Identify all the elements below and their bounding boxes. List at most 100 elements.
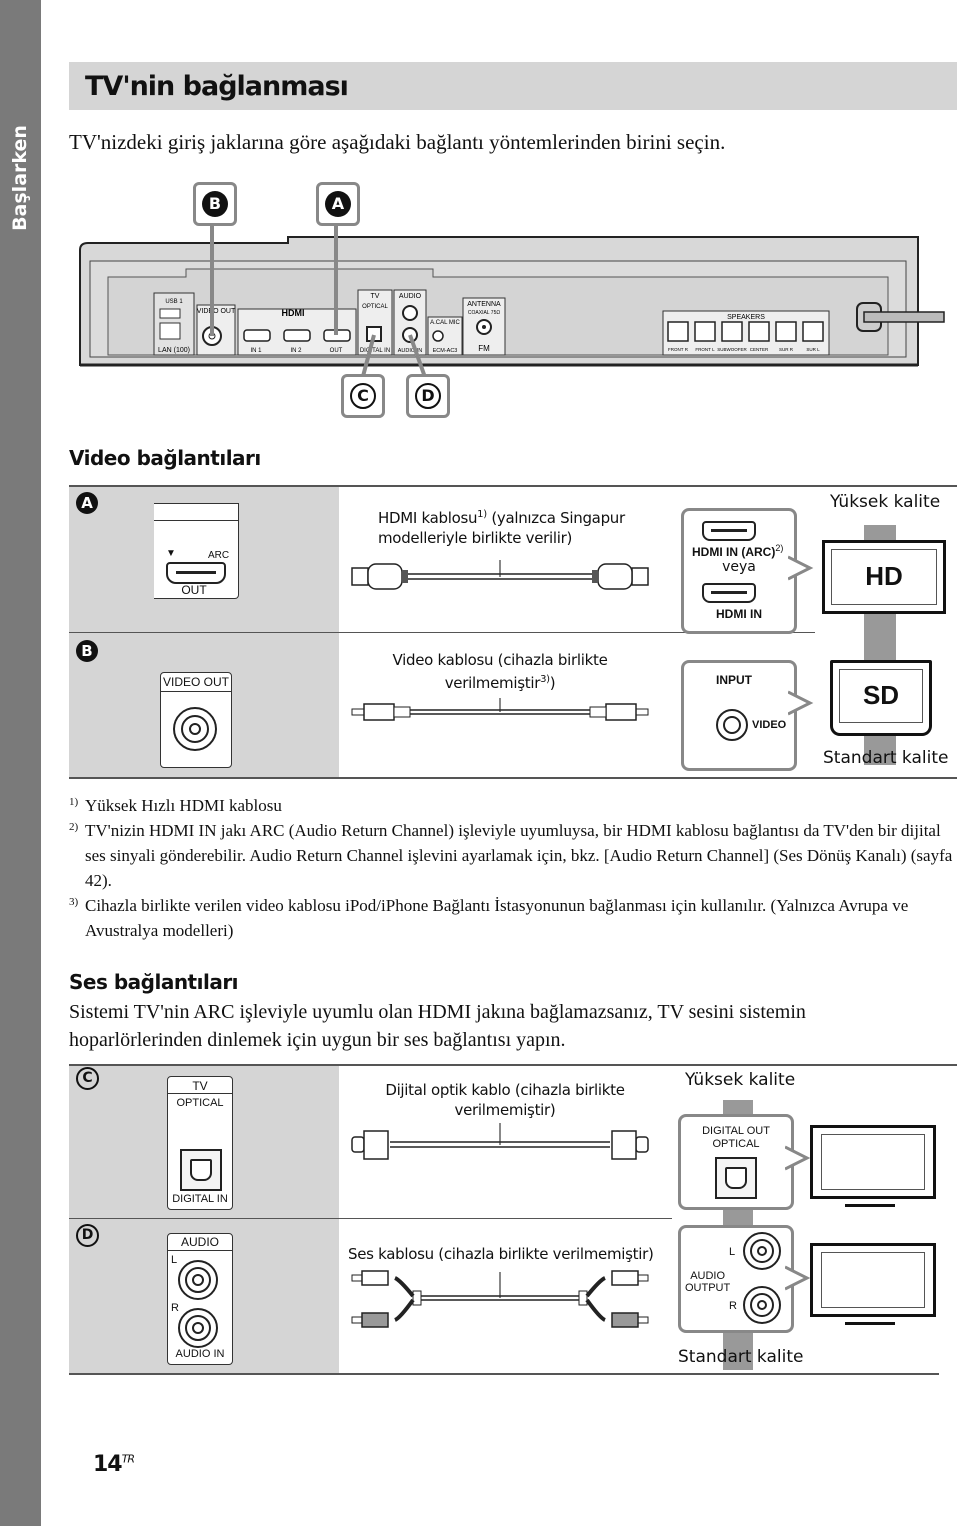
tv-base (855, 611, 907, 614)
speaker-port-label: CENTER (750, 347, 769, 352)
audio-output-label: AUDIO OUTPUT (685, 1270, 731, 1294)
hdmi-port-in1: IN 1 (250, 348, 262, 354)
speaker-port-label: SUBWOOFER (717, 347, 747, 352)
divider (69, 1373, 939, 1375)
hdmi-label: HDMI (282, 308, 305, 318)
optical-port-icon (715, 1157, 757, 1199)
rca-jack-icon (743, 1286, 781, 1324)
speaker-port-label: FRONT L (695, 347, 715, 352)
audio-label: AUDIO (180, 1235, 219, 1249)
video-out-label: VIDEO OUT (197, 308, 236, 315)
callout-pointer (788, 555, 814, 581)
badge-b: B (76, 640, 98, 662)
tv-video-input-callout: INPUT VIDEO (681, 660, 797, 771)
page-title: TV'nin bağlanması (85, 71, 349, 102)
optical-cable-icon (351, 1123, 649, 1160)
speaker-port-label: SUR R (779, 347, 794, 352)
intro-text: TV'nizdeki giriş jaklarına göre aşağıdak… (69, 130, 726, 154)
quality-standard-label: Standart kalite (823, 748, 949, 768)
video-heading: Video bağlantıları (69, 446, 261, 470)
badge-a: A (76, 492, 98, 514)
tv-hd-icon: HD (822, 540, 946, 614)
divider (69, 777, 957, 779)
callout-a: A (316, 182, 360, 226)
optical-in-jack: TV OPTICAL DIGITAL IN (167, 1076, 233, 1210)
audio-body: Sistemi TV'nin ARC işleviyle uyumlu olan… (69, 1001, 806, 1051)
side-tab: Başlarken (0, 0, 41, 1526)
tv-label: TV (192, 1079, 208, 1093)
badge-d: D (76, 1224, 99, 1247)
page-number: 14TR (93, 1452, 135, 1477)
speaker-port-label: SUR L (806, 347, 820, 352)
or-label: veya (722, 559, 756, 575)
l-label: L (729, 1246, 736, 1258)
footnote: 3) Cihazla birlikte verilen video kablosu… (69, 896, 909, 940)
optical-label: OPTICAL (176, 1097, 224, 1109)
hdmi-port-icon (166, 562, 226, 584)
callout-c: C (341, 374, 385, 418)
tv-base (845, 1322, 895, 1325)
rca-jack-icon (716, 709, 748, 741)
audio-cable-label: Ses kablosu (cihazla birlikte verilmemiş… (348, 1245, 654, 1263)
video-cable-label: Video kablosu (cihazla birlikte verilmem… (392, 651, 608, 692)
rca-jack-icon (178, 1260, 218, 1300)
optical-port-icon (180, 1149, 222, 1191)
out-label: OUT (181, 583, 207, 597)
audio-in-jack: AUDIO L R AUDIO IN (167, 1233, 233, 1365)
coaxial-label: COAXIAL 75Ω (468, 310, 500, 316)
r-label: R (729, 1300, 737, 1312)
quality-high-label: Yüksek kalite (685, 1070, 796, 1090)
tv-hdmi-callout: HDMI IN (ARC)2) veya HDMI IN (681, 508, 797, 634)
video-out-label: VIDEO OUT (162, 675, 229, 689)
rca-jack-icon (743, 1232, 781, 1270)
arc-label: ARC (208, 550, 230, 561)
tv-sd-icon: SD (830, 660, 932, 736)
quality-high-label: Yüksek kalite (830, 492, 941, 512)
quality-standard-label: Standart kalite (678, 1347, 804, 1367)
audio-in-label: AUDIO IN (175, 1348, 225, 1360)
digital-in-label: DIGITAL IN (172, 1193, 228, 1205)
l-label: L (171, 1254, 178, 1266)
hdmi-port-out: OUT (330, 348, 343, 354)
audio-heading: Ses bağlantıları (69, 970, 239, 994)
audio-cable-icon (351, 1270, 649, 1328)
hdmi-cable-icon (351, 560, 649, 590)
input-label: INPUT (716, 673, 752, 687)
hd-label: HD (865, 561, 903, 591)
footnote: 2) TV'nizin HDMI IN jakı ARC (Audio Retur… (69, 821, 953, 890)
video-out-jack: VIDEO OUT (160, 672, 232, 768)
video-label: VIDEO (752, 719, 787, 731)
hdmi-cable-label: HDMI kablosu1) (yalnızca Singapur modell… (378, 509, 625, 547)
tv-base (845, 1204, 895, 1207)
sd-label: SD (862, 680, 900, 710)
digital-in-label: DIGITAL IN (360, 348, 390, 354)
rca-jack-icon (178, 1308, 218, 1348)
callout-pointer (785, 1265, 811, 1291)
page-title-bar: TV'nin bağlanması (69, 62, 957, 110)
side-tab-label: Başlarken (9, 125, 31, 231)
callout-pointer (785, 1145, 811, 1171)
hdmi-port-in2: IN 2 (290, 348, 302, 354)
footnotes: 1) Yüksek Hızlı HDMI kablosu 2) TV'nizin H… (69, 793, 959, 943)
callout-d: D (406, 374, 450, 418)
divider (69, 1218, 672, 1219)
callout-b: B (193, 182, 237, 226)
fm-label: FM (478, 344, 490, 353)
tv-audio-out-callout: L AUDIO OUTPUT R (678, 1225, 794, 1333)
audio-in-label: AUDIO IN (398, 348, 422, 354)
tv-hdmi-in-label: HDMI IN (716, 607, 762, 621)
lan-label: LAN (100) (158, 347, 190, 354)
tv-icon (810, 1243, 936, 1317)
speakers-label: SPEAKERS (727, 314, 765, 321)
tv-icon (810, 1125, 936, 1199)
speaker-port-label: FRONT R (668, 347, 689, 352)
audio-label: AUDIO (399, 293, 422, 300)
optical-cable-label: Dijital optik kablo (cihazla birlikte ver… (385, 1081, 625, 1119)
power-cord (863, 311, 945, 323)
footnote: 1) Yüksek Hızlı HDMI kablosu (69, 796, 282, 815)
optical-label: OPTICAL (362, 304, 388, 310)
tv-hdmi-arc-label: HDMI IN (ARC)2) (692, 543, 784, 559)
tv-optical-out-callout: DIGITAL OUT OPTICAL (678, 1114, 794, 1210)
usb-label: USB 1 (165, 299, 183, 305)
video-cable-icon (351, 698, 649, 721)
